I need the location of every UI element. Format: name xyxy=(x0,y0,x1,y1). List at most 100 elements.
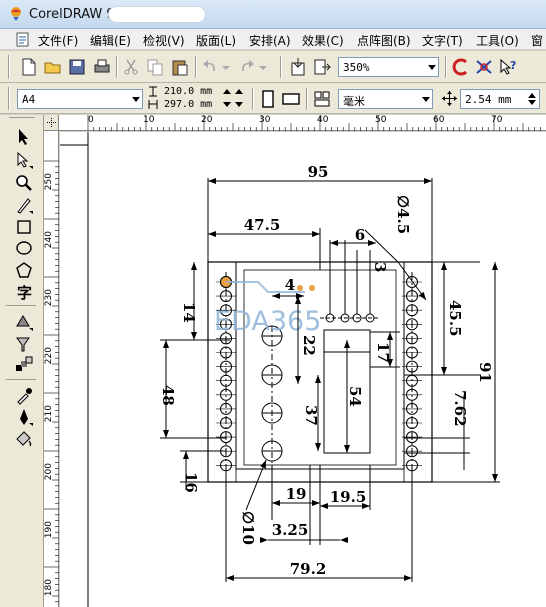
dimension-label[interactable]: 7.62 xyxy=(451,390,469,427)
menu-layout[interactable]: 版面(L) xyxy=(196,32,236,49)
dimension-label[interactable]: 3.25 xyxy=(272,521,309,539)
ruler-origin[interactable] xyxy=(44,115,59,131)
redo-dropdown-icon[interactable] xyxy=(257,57,269,77)
toolbar-grip xyxy=(8,87,10,110)
menu-view[interactable]: 检视(V) xyxy=(143,32,185,49)
new-document-icon[interactable] xyxy=(19,57,39,77)
help-pointer-icon[interactable]: ? xyxy=(498,57,518,77)
ruler-label: 60 xyxy=(433,115,445,125)
chevron-down-icon xyxy=(132,97,140,102)
menu-effects[interactable]: 效果(C) xyxy=(302,32,344,49)
pick-tool-icon[interactable] xyxy=(13,127,35,147)
dimension-label[interactable]: 16 xyxy=(182,472,200,493)
zoom-level-select[interactable]: 350% xyxy=(338,57,439,77)
spinner-arrows-icon[interactable] xyxy=(527,92,537,106)
menu-window[interactable]: 窗 xyxy=(531,32,543,49)
paste-icon[interactable] xyxy=(170,57,190,77)
undo-dropdown-icon[interactable] xyxy=(220,57,232,77)
eyedropper-tool-icon[interactable] xyxy=(13,385,35,405)
menu-tools[interactable]: 工具(O) xyxy=(476,32,519,49)
corel-tutor-icon[interactable] xyxy=(474,57,494,77)
menu-edit[interactable]: 编辑(E) xyxy=(90,32,131,49)
dimension-label[interactable]: 6 xyxy=(355,226,365,244)
dimension-label[interactable]: 47.5 xyxy=(244,216,281,234)
title-bar[interactable]: CorelDRAW 9 xyxy=(0,0,546,29)
dimension-label[interactable]: 17 xyxy=(374,342,392,363)
undo-icon[interactable] xyxy=(200,57,220,77)
ruler-label: 220 xyxy=(44,347,54,365)
dimension-label[interactable]: 95 xyxy=(308,163,329,181)
ruler-label: 200 xyxy=(44,463,54,481)
text-tool-icon[interactable]: 字 xyxy=(13,282,35,302)
zoom-level-value: 350% xyxy=(343,61,370,74)
zoom-tool-icon[interactable] xyxy=(13,173,35,193)
units-select[interactable]: 毫米 xyxy=(338,89,433,109)
dimension-label[interactable]: 54 xyxy=(346,386,364,407)
dimension-label[interactable]: 79.2 xyxy=(290,560,327,578)
dimension-label[interactable]: 37 xyxy=(302,405,320,426)
standard-toolbar: 350% ? xyxy=(0,51,546,83)
nudge-offset-value: 2.54 mm xyxy=(465,93,512,106)
paper-size-select[interactable]: A4 xyxy=(17,89,143,109)
transparency-tool-icon[interactable] xyxy=(13,334,35,354)
freehand-tool-icon[interactable] xyxy=(13,195,35,215)
rectangle-tool-icon[interactable] xyxy=(13,217,35,237)
dimension-label[interactable]: 91 xyxy=(476,362,494,383)
coreldraw-app-icon xyxy=(11,7,21,21)
open-folder-icon[interactable] xyxy=(43,57,63,77)
cut-icon[interactable] xyxy=(121,57,141,77)
print-icon[interactable] xyxy=(92,57,112,77)
dimension-label[interactable]: 14 xyxy=(180,302,198,323)
copy-icon[interactable] xyxy=(145,57,165,77)
facing-pages-icon[interactable] xyxy=(312,89,332,109)
export-icon[interactable] xyxy=(312,57,332,77)
dimension-spinner-icon[interactable] xyxy=(221,86,245,110)
ruler-label: 230 xyxy=(44,289,54,307)
ruler-label: 190 xyxy=(44,521,54,539)
dimension-label[interactable]: 48 xyxy=(159,385,177,406)
dimension-label[interactable]: 19 xyxy=(286,485,307,503)
dimension-label[interactable]: 19.5 xyxy=(330,488,367,506)
page-width-value[interactable]: 210.0 mm xyxy=(164,86,212,97)
horizontal-ruler[interactable]: 0 10 20 30 40 50 60 70 xyxy=(59,115,546,131)
shape-tool-icon[interactable] xyxy=(13,150,35,170)
save-icon[interactable] xyxy=(67,57,87,77)
blend-tool-icon[interactable] xyxy=(13,355,35,375)
portrait-page-icon[interactable] xyxy=(258,89,278,109)
menu-bitmaps[interactable]: 点阵图(B) xyxy=(357,32,411,49)
dimension-label[interactable]: ∅10 xyxy=(239,511,257,545)
dimension-label[interactable]: 3 xyxy=(371,262,389,272)
corel-online-icon[interactable] xyxy=(451,57,471,77)
dimension-label[interactable]: 45.5 xyxy=(446,300,464,337)
document-menu-icon[interactable] xyxy=(16,32,30,47)
ruler-label: 210 xyxy=(44,405,54,423)
window-title: CorelDRAW 9 xyxy=(29,7,115,22)
body-outline[interactable] xyxy=(207,261,433,483)
vertical-ruler[interactable]: 250 240 230 220 210 200 190 180 xyxy=(44,131,59,607)
menu-file[interactable]: 文件(F) xyxy=(38,32,78,49)
drawing-canvas[interactable]: EDA365 95 47.5 6 3 ∅4.5 4 14 45.5 91 22 … xyxy=(60,132,546,607)
toolbar-separator xyxy=(445,56,447,78)
menu-arrange[interactable]: 安排(A) xyxy=(249,32,291,49)
outline-pen-tool-icon[interactable] xyxy=(13,407,35,427)
technical-drawing[interactable]: EDA365 95 47.5 6 3 ∅4.5 4 14 45.5 91 22 … xyxy=(60,132,546,607)
nudge-offset-input[interactable]: 2.54 mm xyxy=(460,89,540,109)
ruler-label: 240 xyxy=(44,231,54,249)
fill-bucket-tool-icon[interactable] xyxy=(13,429,35,449)
ellipse-tool-icon[interactable] xyxy=(13,238,35,258)
dimension-label[interactable]: 4 xyxy=(285,276,295,294)
redo-icon[interactable] xyxy=(237,57,257,77)
page-height-value[interactable]: 297.0 mm xyxy=(164,99,212,110)
menu-text[interactable]: 文字(T) xyxy=(422,32,463,49)
import-icon[interactable] xyxy=(288,57,308,77)
dimension-label[interactable]: 22 xyxy=(300,335,318,356)
inner-frame[interactable] xyxy=(235,261,405,470)
dimension-label[interactable]: ∅4.5 xyxy=(394,195,412,234)
interactive-fill-tool-icon[interactable] xyxy=(13,312,35,332)
property-bar: A4 210.0 mm 297.0 mm 毫米 2.54 mm xyxy=(0,83,546,114)
landscape-page-icon[interactable] xyxy=(281,89,301,109)
polygon-tool-icon[interactable] xyxy=(13,260,35,280)
nudge-offset-icon xyxy=(442,91,457,106)
toolbar-separator xyxy=(116,56,118,78)
toolbox-separator xyxy=(6,379,36,380)
